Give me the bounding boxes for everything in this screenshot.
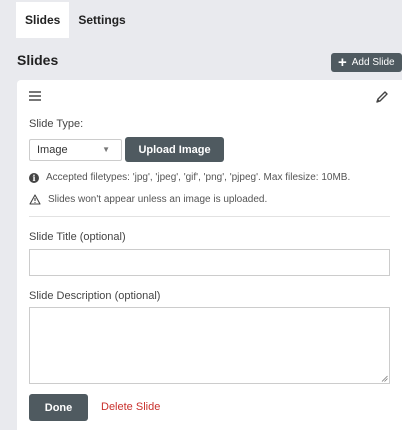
tab-bar: Slides Settings bbox=[16, 2, 135, 38]
chevron-down-icon: ▼ bbox=[102, 145, 110, 154]
add-slide-button[interactable]: + Add Slide bbox=[331, 53, 402, 72]
add-slide-label: Add Slide bbox=[351, 57, 395, 68]
upload-image-button[interactable]: Upload Image bbox=[125, 137, 224, 162]
app-frame: Slides Settings Slides + Add Slide Slide… bbox=[0, 0, 402, 430]
warning-icon bbox=[29, 194, 41, 205]
slide-title-label: Slide Title (optional) bbox=[29, 231, 126, 243]
slide-description-label: Slide Description (optional) bbox=[29, 290, 161, 302]
tab-settings[interactable]: Settings bbox=[69, 2, 135, 38]
slide-type-value: Image bbox=[37, 144, 68, 156]
info-icon: i bbox=[29, 172, 39, 183]
left-strip bbox=[0, 0, 6, 430]
slide-type-label: Slide Type: bbox=[29, 118, 84, 130]
tab-slides[interactable]: Slides bbox=[16, 2, 70, 38]
slide-title-input[interactable] bbox=[29, 249, 390, 276]
filetype-note-text: Accepted filetypes: 'jpg', 'jpeg', 'gif'… bbox=[46, 172, 351, 183]
plus-icon: + bbox=[338, 53, 347, 71]
section-title: Slides bbox=[17, 52, 59, 68]
warning-note: Slides won't appear unless an image is u… bbox=[29, 194, 267, 205]
slide-description-textarea[interactable] bbox=[29, 307, 390, 384]
delete-slide-link[interactable]: Delete Slide bbox=[101, 401, 160, 413]
filetype-note: i Accepted filetypes: 'jpg', 'jpeg', 'gi… bbox=[29, 172, 350, 183]
warning-note-text: Slides won't appear unless an image is u… bbox=[48, 194, 268, 205]
done-button[interactable]: Done bbox=[29, 394, 88, 421]
divider bbox=[29, 216, 390, 217]
drag-handle-icon[interactable] bbox=[29, 91, 41, 103]
slide-card: Slide Type: Image ▼ Upload Image i Accep… bbox=[17, 80, 402, 430]
slide-type-select[interactable]: Image ▼ bbox=[29, 139, 122, 161]
pencil-icon[interactable] bbox=[374, 89, 390, 105]
resize-grip-icon[interactable] bbox=[381, 375, 388, 382]
